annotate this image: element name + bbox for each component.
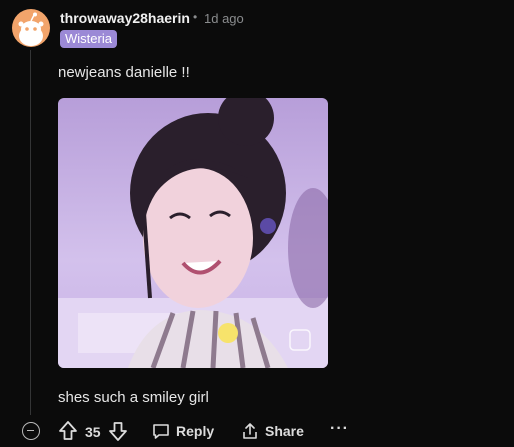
avatar-snoo-icon [18, 12, 44, 46]
vote-score: 35 [85, 424, 101, 440]
upvote-icon[interactable] [58, 420, 78, 442]
gif-image [58, 98, 328, 368]
share-icon [243, 423, 257, 439]
downvote-icon[interactable] [108, 420, 128, 442]
comment-image[interactable] [58, 98, 328, 368]
share-label: Share [265, 423, 304, 439]
comment-actions: 35 Reply Share ··· [0, 418, 514, 446]
comment-username[interactable]: throwaway28haerin [60, 10, 190, 26]
more-icon[interactable]: ··· [330, 420, 349, 438]
collapse-icon[interactable] [22, 422, 40, 440]
comment-bubble-icon [153, 424, 169, 439]
comment-text-bottom: shes such a smiley girl [58, 389, 209, 406]
user-avatar[interactable] [12, 9, 50, 47]
user-flair: Wisteria [60, 30, 117, 48]
meta-separator: • [193, 10, 198, 24]
reply-label: Reply [176, 423, 215, 439]
share-button[interactable]: Share [241, 420, 304, 442]
reply-button[interactable]: Reply [152, 420, 214, 442]
thread-line [30, 50, 31, 415]
comment-timestamp[interactable]: 1d ago [204, 11, 244, 26]
comment-text-top: newjeans danielle !! [58, 64, 190, 81]
